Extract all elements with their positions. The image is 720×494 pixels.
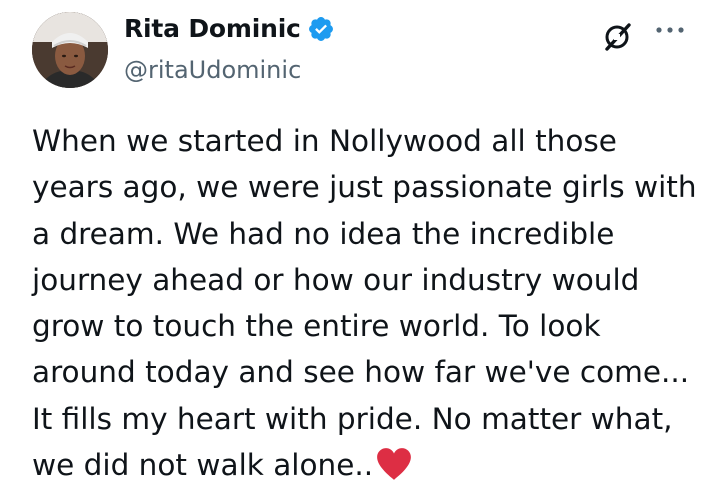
more-options-icon[interactable] <box>654 20 686 40</box>
tweet-text-line: When we started in Nollywood all those <box>32 124 617 158</box>
tweet-text: When we started in Nollywood all those y… <box>32 118 702 494</box>
avatar[interactable] <box>32 12 108 88</box>
author-name[interactable]: Rita Dominic <box>124 14 301 43</box>
red-heart-icon <box>375 447 413 494</box>
author-handle[interactable]: @ritaUdominic <box>124 56 301 84</box>
tweet-card: Rita Dominic @ritaUdominic When we start… <box>0 0 720 488</box>
tweet-text-line: years ago, we were just passionate girls… <box>32 170 697 205</box>
verified-badge-icon <box>307 15 335 43</box>
tweet-text-line: journey ahead or how our industry would <box>32 262 640 297</box>
grok-icon[interactable] <box>600 20 634 54</box>
tweet-text-line: grow to touch the entire world. To look <box>32 309 601 344</box>
tweet-text-line: It fills my heart with pride. No matter … <box>32 401 673 436</box>
tweet-text-line: we did not walk alone.. <box>32 448 374 483</box>
author-name-row: Rita Dominic <box>124 14 335 43</box>
tweet-text-line: a dream. We had no idea the incredible <box>32 216 615 251</box>
tweet-text-line: around today and see how far we've come.… <box>32 355 690 390</box>
tweet-text-last-line: we did not walk alone.. <box>32 442 702 494</box>
